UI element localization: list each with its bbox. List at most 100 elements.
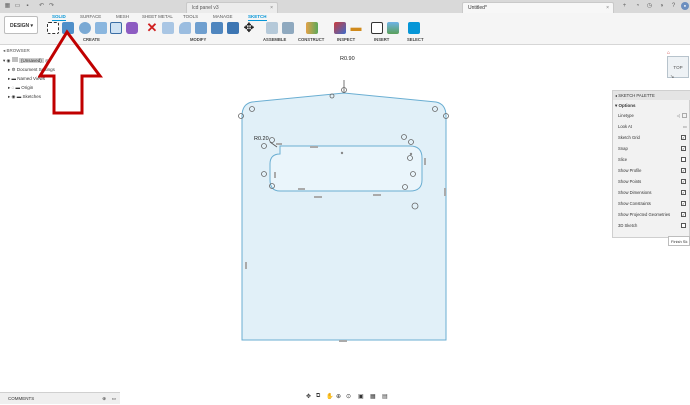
palette-row-show-profile: Show Profile ✓	[618, 166, 688, 175]
dimension-label-top[interactable]: R0.90	[340, 56, 355, 62]
comments-panel[interactable]: COMMENTS ⊕ ▭	[0, 392, 120, 404]
new-tab-icon[interactable]: +	[621, 3, 628, 10]
expand-icon[interactable]: ▸	[8, 85, 10, 90]
insert-canvas-icon[interactable]	[387, 22, 399, 34]
palette-row-show-constraints: Show Constraints ✓	[618, 199, 688, 208]
new-component-icon[interactable]	[266, 22, 278, 34]
look-at-icon[interactable]: ▭	[683, 122, 687, 131]
tab-manage[interactable]: MANAGE	[213, 14, 233, 19]
look-at-icon[interactable]: ⧉	[316, 393, 320, 400]
insert-derive-icon[interactable]	[371, 22, 383, 34]
group-modify[interactable]: MODIFY	[190, 37, 206, 42]
group-select[interactable]: SELECT	[407, 37, 424, 42]
visibility-icon[interactable]: ◉	[12, 94, 16, 99]
expand-icon[interactable]: ▾	[3, 58, 5, 63]
joint-icon[interactable]	[282, 22, 294, 34]
group-insert[interactable]: INSERT	[374, 37, 389, 42]
move-copy-icon[interactable]: ✥	[243, 21, 255, 34]
collapse-icon[interactable]: ◂	[3, 48, 5, 53]
browser-title: BROWSER	[6, 48, 30, 53]
box-icon[interactable]	[110, 22, 122, 34]
sketch-palette-header[interactable]: ◂ SKETCH PALETTE	[613, 91, 690, 100]
avatar[interactable]: ●	[681, 2, 689, 10]
chamfer-icon[interactable]	[195, 22, 207, 34]
job-status-icon[interactable]: ◑	[658, 3, 665, 10]
measure-icon[interactable]	[334, 22, 346, 34]
offset-plane-icon[interactable]	[306, 22, 318, 34]
palette-row-label: Show Constraints	[618, 201, 651, 206]
sketch-canvas[interactable]	[228, 80, 458, 350]
expand-icon[interactable]: ▸	[8, 94, 10, 99]
sketch-palette-title: SKETCH PALETTE	[618, 93, 655, 98]
orbit-icon[interactable]: ✥	[306, 393, 311, 400]
visibility-icon[interactable]: ◉	[7, 58, 11, 63]
tab-solid[interactable]: SOLID	[52, 14, 66, 21]
press-pull-icon[interactable]	[162, 22, 174, 34]
tab-surface[interactable]: SURFACE	[80, 14, 101, 19]
undo-icon[interactable]: ↶	[38, 3, 45, 10]
workspace-switcher-button[interactable]: DESIGN ▾	[4, 16, 38, 34]
show-points-checkbox[interactable]: ✓	[681, 179, 686, 184]
sketch-grid-checkbox[interactable]: ✓	[681, 135, 686, 140]
save-icon[interactable]: ▪	[24, 3, 31, 10]
construction-line-icon[interactable]: ◁	[677, 111, 680, 120]
document-tab-bar: ▦ ▭ ▪ ↶ ↷ lcd panel v3 × Untitled* × + ◔…	[0, 0, 690, 14]
show-projected-geometries-checkbox[interactable]: ✓	[681, 212, 686, 217]
annotation-arrow	[38, 29, 103, 115]
group-inspect[interactable]: INSPECT	[337, 37, 355, 42]
palette-row-sketch-grid: Sketch Grid ✓	[618, 133, 688, 142]
help-icon[interactable]: ?	[670, 3, 677, 10]
group-assemble[interactable]: ASSEMBLE	[263, 37, 286, 42]
browser-item-origin[interactable]: ▸ ◌ ▬ Origin	[8, 83, 33, 92]
tab-lcd-panel[interactable]: lcd panel v3 ×	[186, 2, 278, 13]
tab-tools[interactable]: TOOLS	[183, 14, 198, 19]
collapse-icon[interactable]: ◂	[613, 93, 617, 98]
zoom-icon[interactable]: ⊕	[336, 393, 341, 400]
browser-item-sketches[interactable]: ▸ ◉ ▬ Sketches	[8, 92, 41, 101]
grid-settings-icon[interactable]: ▦	[370, 393, 376, 400]
slice-checkbox[interactable]	[681, 157, 686, 162]
file-icon[interactable]: ▭	[14, 3, 21, 10]
select-icon[interactable]	[408, 22, 420, 34]
dimension-label-left[interactable]: R0.20	[254, 136, 269, 142]
interference-icon[interactable]: ▬	[350, 22, 362, 34]
options-section[interactable]: ▾ Options	[615, 101, 636, 110]
tab-sheet-metal[interactable]: SHEET METAL	[142, 14, 173, 19]
display-settings-icon[interactable]: ▣	[358, 393, 364, 400]
form-icon[interactable]	[126, 22, 138, 34]
sketch-profile-outer[interactable]	[241, 92, 447, 341]
show-dimensions-checkbox[interactable]: ✓	[681, 190, 686, 195]
3d-sketch-checkbox[interactable]	[681, 223, 686, 228]
redo-icon[interactable]: ↷	[48, 3, 55, 10]
visibility-icon[interactable]: ◌	[12, 85, 15, 90]
pan-icon[interactable]: ✋	[326, 393, 333, 400]
expand-icon[interactable]: ▸	[8, 76, 10, 81]
palette-row-snap: Snap ✓	[618, 144, 688, 153]
group-construct[interactable]: CONSTRUCT	[298, 37, 324, 42]
notifications-icon[interactable]: ◷	[646, 3, 653, 10]
add-comment-icon[interactable]: ⊕	[102, 393, 106, 405]
show-profile-checkbox[interactable]: ✓	[681, 168, 686, 173]
fit-icon[interactable]: ⊙	[346, 393, 351, 400]
palette-row-label: Snap	[618, 146, 628, 151]
sketch-profile-inner[interactable]	[269, 145, 423, 192]
tab-mesh[interactable]: MESH	[116, 14, 129, 19]
combine-icon[interactable]	[227, 22, 239, 34]
snap-checkbox[interactable]: ✓	[681, 146, 686, 151]
browser-header[interactable]: ◂ BROWSER	[3, 46, 30, 55]
show-constraints-checkbox[interactable]: ✓	[681, 201, 686, 206]
home-view-icon[interactable]: ⌂	[667, 50, 670, 56]
centerline-icon[interactable]	[682, 113, 687, 118]
fillet-icon[interactable]	[179, 22, 191, 34]
app-grid-icon[interactable]: ▦	[4, 3, 11, 10]
tab-untitled[interactable]: Untitled* ×	[462, 2, 614, 13]
chevron-down-icon: ▾	[30, 23, 33, 29]
extensions-icon[interactable]: ◔	[634, 3, 641, 10]
expand-icon[interactable]: ▸	[8, 67, 10, 72]
collapse-icon[interactable]: ▭	[112, 393, 116, 405]
palette-row-show-dimensions: Show Dimensions ✓	[618, 188, 688, 197]
finish-sketch-button[interactable]: Finish Sk	[668, 236, 690, 246]
delete-icon[interactable]: ✕	[146, 21, 158, 34]
shell-icon[interactable]	[211, 22, 223, 34]
viewports-icon[interactable]: ▤	[382, 393, 388, 400]
